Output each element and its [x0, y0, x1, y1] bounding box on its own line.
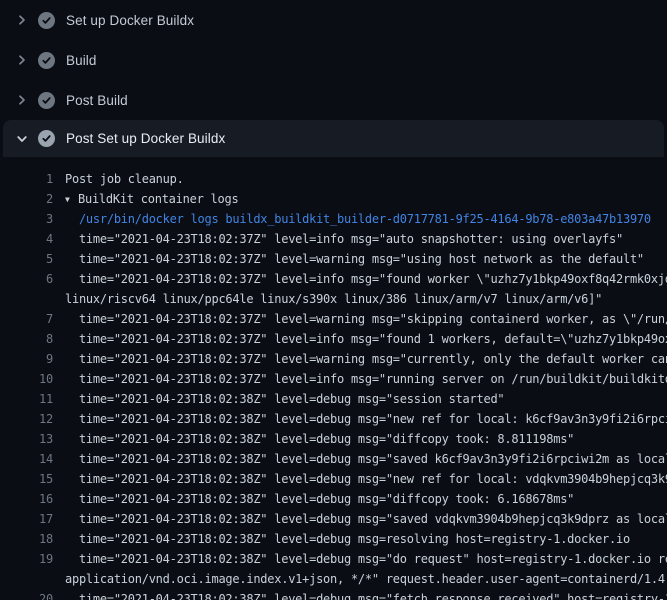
log-line-text: time="2021-04-23T18:02:37Z" level=info m… [65, 269, 667, 289]
log-line-number[interactable]: 13 [12, 429, 53, 449]
log-line: 3 /usr/bin/docker logs buildx_buildkit_b… [0, 209, 667, 229]
log-line-number[interactable]: 12 [12, 409, 53, 429]
check-circle-icon [38, 52, 55, 69]
log-line: application/vnd.oci.image.index.v1+json,… [0, 569, 667, 589]
log-line: 5 time="2021-04-23T18:02:37Z" level=warn… [0, 249, 667, 269]
workflow-step-build[interactable]: Build [0, 40, 667, 80]
check-circle-icon [38, 130, 55, 147]
log-line: 7 time="2021-04-23T18:02:37Z" level=warn… [0, 309, 667, 329]
log-line-text: time="2021-04-23T18:02:38Z" level=debug … [65, 589, 667, 600]
log-line: 17 time="2021-04-23T18:02:38Z" level=deb… [0, 509, 667, 529]
check-circle-icon [38, 92, 55, 109]
log-line: 14 time="2021-04-23T18:02:38Z" level=deb… [0, 449, 667, 469]
log-line: 15 time="2021-04-23T18:02:38Z" level=deb… [0, 469, 667, 489]
log-line-number[interactable]: 7 [12, 309, 53, 329]
log-line: 10 time="2021-04-23T18:02:37Z" level=inf… [0, 369, 667, 389]
log-line-text: /usr/bin/docker logs buildx_buildkit_bui… [65, 209, 667, 229]
log-line-text: time="2021-04-23T18:02:38Z" level=debug … [65, 449, 667, 469]
log-line-text: time="2021-04-23T18:02:38Z" level=debug … [65, 389, 667, 409]
log-line: 18 time="2021-04-23T18:02:38Z" level=deb… [0, 529, 667, 549]
log-line-number[interactable]: 2 [12, 189, 53, 209]
log-line-number[interactable]: 14 [12, 449, 53, 469]
log-line-number[interactable]: 19 [12, 549, 53, 569]
workflow-step-set-up-docker-buildx[interactable]: Set up Docker Buildx [0, 0, 667, 40]
chevron-right-icon [14, 92, 30, 108]
log-line-text: time="2021-04-23T18:02:38Z" level=debug … [65, 529, 667, 549]
log-line: 6 time="2021-04-23T18:02:37Z" level=info… [0, 269, 667, 289]
step-label: Set up Docker Buildx [66, 13, 194, 28]
log-line-text: time="2021-04-23T18:02:38Z" level=debug … [65, 429, 667, 449]
log-line-text: ▼BuildKit container logs [65, 189, 667, 209]
log-line-number[interactable]: 1 [12, 169, 53, 189]
log-line-text: time="2021-04-23T18:02:38Z" level=debug … [65, 509, 667, 529]
log-pane: 1 Post job cleanup. 2 ▼BuildKit containe… [0, 157, 667, 600]
log-line-text: time="2021-04-23T18:02:37Z" level=info m… [65, 369, 667, 389]
log-line-text: time="2021-04-23T18:02:37Z" level=warnin… [65, 309, 667, 329]
check-circle-icon [38, 12, 55, 29]
log-line-number[interactable]: 20 [12, 589, 53, 600]
log-line: 20 time="2021-04-23T18:02:38Z" level=deb… [0, 589, 667, 600]
log-line-number[interactable]: 15 [12, 469, 53, 489]
step-label: Post Build [66, 93, 128, 108]
actions-log-viewer: Set up Docker Buildx Build Post Buil [0, 0, 667, 600]
log-line-number[interactable]: 4 [12, 229, 53, 249]
log-line-text: time="2021-04-23T18:02:37Z" level=warnin… [65, 249, 667, 269]
log-line-text: time="2021-04-23T18:02:38Z" level=debug … [65, 409, 667, 429]
log-line: 16 time="2021-04-23T18:02:38Z" level=deb… [0, 489, 667, 509]
step-label: Build [66, 53, 97, 68]
log-line-text: application/vnd.oci.image.index.v1+json,… [65, 569, 667, 589]
log-line-number[interactable]: 6 [12, 269, 53, 289]
log-line-number[interactable]: 10 [12, 369, 53, 389]
log-line: 8 time="2021-04-23T18:02:37Z" level=info… [0, 329, 667, 349]
log-line: 19 time="2021-04-23T18:02:38Z" level=deb… [0, 549, 667, 569]
log-line-text: time="2021-04-23T18:02:38Z" level=debug … [65, 489, 667, 509]
step-label: Post Set up Docker Buildx [66, 131, 225, 146]
log-line-text: time="2021-04-23T18:02:37Z" level=info m… [65, 329, 667, 349]
log-line-number[interactable]: 3 [12, 209, 53, 229]
log-line: 1 Post job cleanup. [0, 169, 667, 189]
log-line: 12 time="2021-04-23T18:02:38Z" level=deb… [0, 409, 667, 429]
steps-list: Set up Docker Buildx Build Post Buil [0, 0, 667, 157]
log-line-number[interactable]: 5 [12, 249, 53, 269]
log-line-text: time="2021-04-23T18:02:37Z" level=info m… [65, 229, 667, 249]
log-line-text: linux/riscv64 linux/ppc64le linux/s390x … [65, 289, 667, 309]
log-line-number[interactable]: 8 [12, 329, 53, 349]
log-line-text: time="2021-04-23T18:02:38Z" level=debug … [65, 549, 667, 569]
log-line-text: time="2021-04-23T18:02:38Z" level=debug … [65, 469, 667, 489]
log-line-number [12, 289, 53, 309]
log-group-toggle-icon[interactable]: ▼ [65, 190, 78, 209]
log-line-number[interactable]: 16 [12, 489, 53, 509]
log-line-number [12, 569, 53, 589]
chevron-right-icon [14, 52, 30, 68]
log-line: 4 time="2021-04-23T18:02:37Z" level=info… [0, 229, 667, 249]
log-line-number[interactable]: 11 [12, 389, 53, 409]
log-line-number[interactable]: 9 [12, 349, 53, 369]
log-line-text: time="2021-04-23T18:02:37Z" level=warnin… [65, 349, 667, 369]
log-line: 13 time="2021-04-23T18:02:38Z" level=deb… [0, 429, 667, 449]
chevron-right-icon [14, 12, 30, 28]
chevron-down-icon [14, 131, 30, 147]
log-group-header: 2 ▼BuildKit container logs [0, 189, 667, 209]
workflow-step-post-build[interactable]: Post Build [0, 80, 667, 120]
workflow-step-post-set-up-docker-buildx[interactable]: Post Set up Docker Buildx [3, 120, 664, 157]
log-line: linux/riscv64 linux/ppc64le linux/s390x … [0, 289, 667, 309]
log-line: 11 time="2021-04-23T18:02:38Z" level=deb… [0, 389, 667, 409]
log-line-number[interactable]: 18 [12, 529, 53, 549]
log-line-text: Post job cleanup. [65, 169, 667, 189]
log-line-number[interactable]: 17 [12, 509, 53, 529]
log-line: 9 time="2021-04-23T18:02:37Z" level=warn… [0, 349, 667, 369]
